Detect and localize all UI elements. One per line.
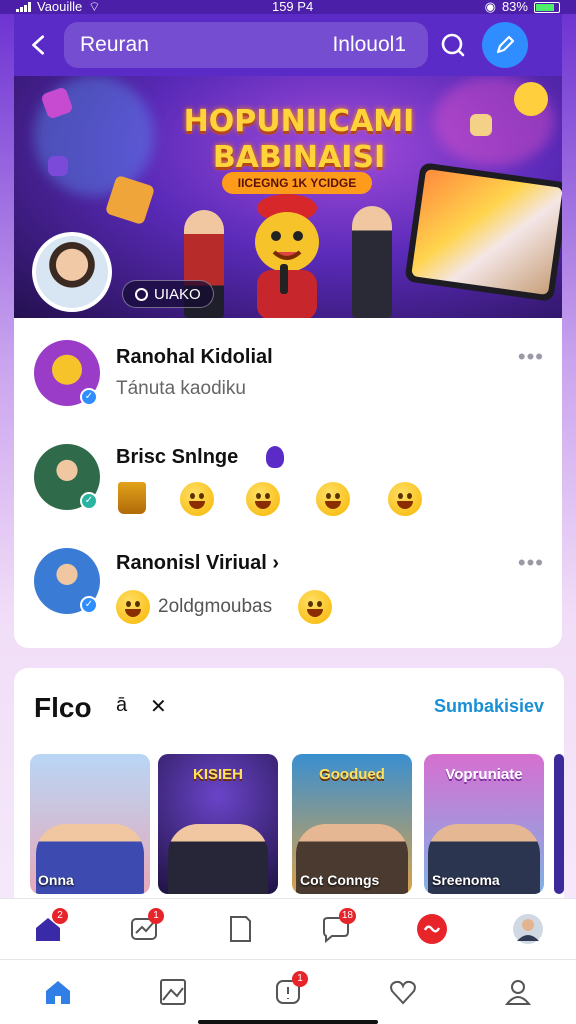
heart-icon (390, 980, 417, 1005)
thumbnail-title: KISIEH (192, 766, 243, 783)
trophy-reaction-icon[interactable] (118, 482, 146, 514)
notification-badge: 18 (338, 908, 356, 924)
friend-thumbnail[interactable]: Onna (30, 754, 150, 894)
star-face-reaction-icon[interactable] (180, 482, 214, 516)
live-badge[interactable]: UIAKO (122, 280, 214, 308)
friend-thumbnail[interactable]: KISIEH (158, 754, 278, 894)
feed-item[interactable]: ✓ Ranohal Kidolial Tánuta kaodiku ••• (34, 340, 544, 410)
home-icon (45, 981, 70, 1004)
friend-thumbnail-partial[interactable] (554, 754, 564, 894)
nav-profile[interactable] (488, 967, 548, 1017)
secondary-tab-bar: 2 1 18 (0, 898, 576, 960)
thumbnail-title: Goodued (319, 766, 385, 783)
feed-card: ✓ Ranohal Kidolial Tánuta kaodiku ••• ✓ … (14, 318, 562, 648)
feed-item-name[interactable]: Ranohal Kidolial (116, 346, 273, 369)
feed-item-subtitle: 2oldgmoubas (158, 596, 273, 617)
thumbnail-caption: Sreenoma (432, 872, 500, 888)
banner-subtitle: IICEGNG 1K YCIDGE (222, 172, 372, 194)
friend-thumbnail[interactable]: Goodued Cot Conngs (292, 754, 412, 894)
banner-person-right (352, 206, 392, 318)
battery-icon (533, 1, 560, 13)
more-options-button[interactable]: ••• (518, 344, 544, 370)
chevron-left-icon (32, 35, 45, 55)
feed-item[interactable]: ✓ Brisc Snlnge (34, 444, 544, 516)
nav-gallery[interactable] (143, 967, 203, 1017)
flame-icon (266, 446, 284, 468)
banner-title: HOPUNIICAMI BABINAISI (174, 104, 424, 176)
home-indicator (198, 1020, 378, 1024)
nav-favorites[interactable] (373, 967, 433, 1017)
nav-notifications[interactable]: 1 (258, 967, 318, 1017)
tab-trending[interactable]: 1 (114, 904, 174, 954)
profile-photo-icon (513, 914, 543, 944)
grin-face-reaction-icon[interactable] (316, 482, 350, 516)
tab-pages[interactable] (210, 904, 270, 954)
back-button[interactable] (14, 14, 64, 76)
see-all-link[interactable]: Sumbakisiev (434, 696, 544, 717)
profile-avatar[interactable] (32, 232, 112, 312)
mascot-illustration (255, 194, 319, 320)
status-bar: Vaouille ⌔ 159 P4 ◉ 83% (0, 0, 576, 14)
search-icon (441, 33, 465, 57)
wifi-icon: ⌔ (88, 0, 101, 14)
more-options-button[interactable]: ••• (518, 550, 544, 576)
feed-item[interactable]: ✓ Ranonisl Viriual › 2oldgmoubas ••• (34, 548, 544, 624)
heart-face-reaction-icon[interactable] (246, 482, 280, 516)
blush-face-reaction-icon[interactable] (388, 482, 422, 516)
smile-reaction-icon (116, 590, 150, 624)
verified-badge-icon: ✓ (80, 596, 98, 614)
live-badge-label: UIAKO (154, 285, 201, 303)
location-icon: ◉ (484, 0, 496, 14)
user-icon (505, 980, 532, 1005)
banner-title-line2: BABINAISI (212, 140, 386, 175)
feed-item-subtitle: Tánuta kaodiku (116, 378, 246, 399)
notification-badge: 2 (52, 908, 68, 924)
floating-tile-decoration (470, 114, 492, 136)
section-title: Flco (34, 692, 92, 723)
live-ring-icon (135, 287, 148, 301)
notification-badge: 1 (291, 971, 308, 987)
nav-home[interactable] (28, 967, 88, 1017)
notification-badge: 1 (148, 908, 164, 924)
pencil-icon (496, 35, 515, 54)
search-placeholder: Reuran (80, 33, 149, 56)
wink-reaction-icon (298, 590, 332, 624)
compose-button[interactable] (482, 22, 528, 68)
top-app-bar: Reuran Inlouol1 (14, 14, 562, 76)
banner-title-line1: HOPUNIICAMI (183, 104, 415, 139)
gallery-icon (159, 979, 186, 1005)
thumbnail-caption: Cot Conngs (300, 872, 380, 888)
thumbnail-title: Vopruniate (445, 766, 523, 783)
verified-badge-icon: ✓ (80, 492, 98, 510)
signal-icon (16, 2, 31, 12)
carrier-label: Vaouille (37, 0, 83, 14)
feed-item-name[interactable]: Ranonisl Viriual › (116, 552, 279, 575)
friends-section: Flco ā ✕ Sumbakisiev Onna KISIEH Goodued… (14, 668, 564, 898)
search-field[interactable]: Reuran Inlouol1 (64, 22, 428, 68)
feed-item-name[interactable]: Brisc Snlnge (116, 446, 238, 469)
tab-profile[interactable] (498, 904, 558, 954)
cover-banner: HOPUNIICAMI BABINAISI IICEGNG 1K YCIDGE … (14, 76, 562, 320)
friend-thumbnail[interactable]: Vopruniate Sreenoma (424, 754, 544, 894)
floating-emoji-decoration (514, 82, 548, 116)
thumbnail-caption: Onna (38, 872, 74, 888)
search-tag: Inlouol1 (332, 33, 406, 56)
bottom-nav-bar: 1 (0, 960, 576, 1024)
search-button[interactable] (428, 14, 478, 76)
tab-chat[interactable]: 18 (306, 904, 366, 954)
page-icon (230, 916, 251, 942)
clock: 159 P4 (271, 0, 314, 14)
tablet-illustration (404, 162, 562, 302)
tab-live[interactable] (402, 904, 462, 954)
verified-badge-icon: ✓ (80, 388, 98, 406)
tab-home[interactable]: 2 (18, 904, 78, 954)
close-icon[interactable]: ✕ (150, 694, 167, 719)
live-icon (417, 914, 447, 944)
battery-percent: 83% (501, 0, 528, 14)
translate-icon[interactable]: ā (116, 694, 127, 717)
floating-cube-decoration (48, 156, 68, 176)
